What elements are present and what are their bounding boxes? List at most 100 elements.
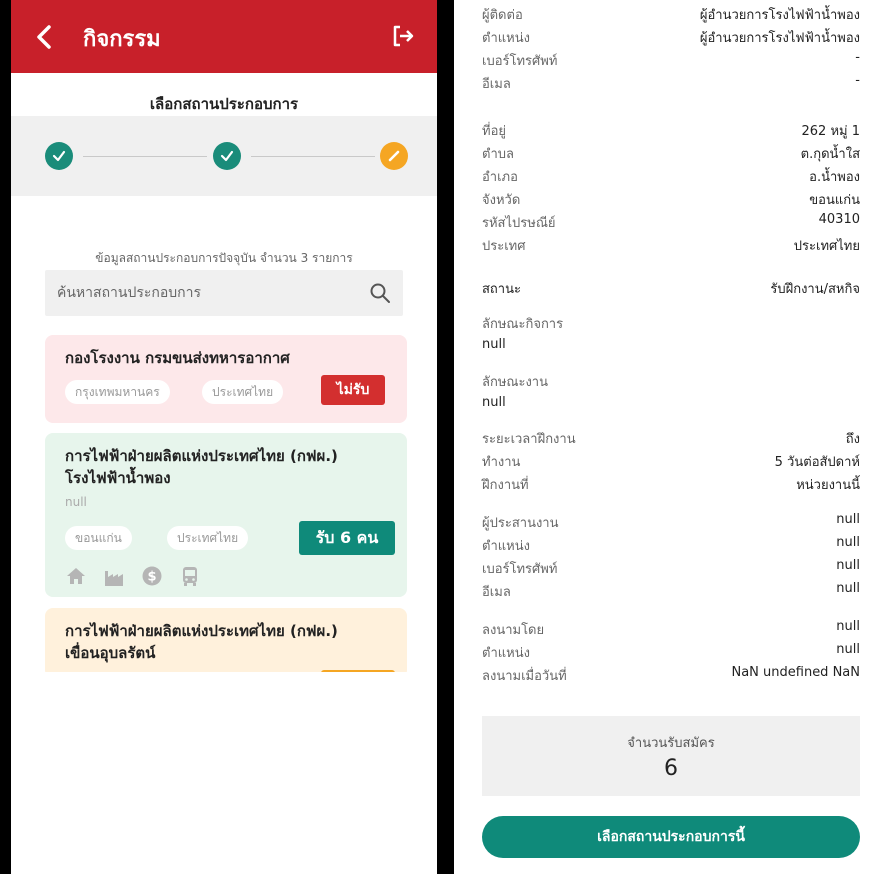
province-chip: กรุงเทพมหานคร — [65, 380, 170, 404]
step-title: เลือกสถานประกอบการ — [149, 95, 299, 113]
detail-value: ผู้อำนวยการโรงไฟฟ้าน้ำพอง — [699, 8, 860, 23]
company-subtitle: null — [65, 495, 87, 509]
detail-row: อีเมล null — [482, 581, 860, 601]
detail-row: ลงนามโดย null — [482, 619, 860, 639]
detail-value: อ.น้ำพอง — [809, 170, 860, 185]
detail-label: ที่อยู่ — [482, 124, 506, 139]
detail-label: ตำแหน่ง — [482, 539, 530, 554]
progress-stepper — [11, 116, 437, 196]
step-connector — [83, 156, 207, 157]
company-card[interactable]: การไฟฟ้าฝ่ายผลิตแห่งประเทศไทย (กฟผ.) เขื… — [45, 608, 407, 678]
company-name-line1: การไฟฟ้าฝ่ายผลิตแห่งประเทศไทย (กฟผ.) — [65, 622, 338, 640]
detail-label: ทำงาน — [482, 455, 521, 470]
logout-icon[interactable] — [391, 24, 415, 48]
detail-row: ตำแหน่ง null — [482, 535, 860, 555]
detail-value: null — [836, 619, 860, 634]
search-icon[interactable] — [369, 282, 391, 304]
factory-icon — [105, 571, 123, 586]
detail-row: อำเภอ อ.น้ำพอง — [482, 166, 860, 186]
check-icon — [52, 150, 66, 162]
page-title: กิจกรรม — [83, 27, 161, 52]
company-card[interactable]: การไฟฟ้าฝ่ายผลิตแห่งประเทศไทย (กฟผ.) โรง… — [45, 433, 407, 597]
detail-value: ผู้อำนวยการโรงไฟฟ้าน้ำพอง — [699, 31, 860, 46]
job-type-label: ลักษณะงาน — [482, 375, 548, 390]
detail-value: ขอนแก่น — [809, 193, 860, 208]
detail-label: ผู้ติดต่อ — [482, 8, 523, 23]
step-2-complete — [213, 142, 241, 170]
detail-row: เบอร์โทรศัพท์ null — [482, 558, 860, 578]
detail-row: ระยะเวลาฝึกงาน ถึง — [482, 428, 860, 448]
detail-value: - — [855, 50, 860, 65]
company-name: กองโรงงาน กรมขนส่งทหารอากาศ — [65, 349, 290, 367]
svg-text:$: $ — [147, 570, 156, 585]
search-bar[interactable] — [45, 270, 403, 316]
job-type-value: null — [482, 395, 506, 410]
detail-label: ตำแหน่ง — [482, 31, 530, 46]
detail-label: ลงนามโดย — [482, 623, 545, 638]
province-chip: ขอนแก่น — [65, 526, 132, 550]
detail-row: อีเมล - — [482, 73, 860, 93]
business-type-label: ลักษณะกิจการ — [482, 317, 564, 332]
list-clip-area — [11, 672, 437, 874]
detail-label: อีเมล — [482, 77, 511, 92]
detail-row: ผู้ประสานงาน null — [482, 512, 860, 532]
detail-row: ตำแหน่ง null — [482, 642, 860, 662]
step-3-current — [380, 142, 408, 170]
detail-label: เบอร์โทรศัพท์ — [482, 54, 558, 69]
detail-label: ประเทศ — [482, 239, 526, 254]
applicant-count-value: 6 — [664, 756, 678, 781]
detail-value: 40310 — [818, 212, 860, 227]
detail-row: เบอร์โทรศัพท์ - — [482, 50, 860, 70]
detail-label: ตำแหน่ง — [482, 646, 530, 661]
detail-row: ตำแหน่ง ผู้อำนวยการโรงไฟฟ้าน้ำพอง — [482, 27, 860, 47]
detail-row: ตำบล ต.กุดน้ำใส — [482, 143, 860, 163]
applicant-count-box: จำนวนรับสมัคร 6 — [482, 716, 860, 796]
detail-label: ผู้ประสานงาน — [482, 516, 559, 531]
top-app-bar: กิจกรรม — [11, 0, 437, 73]
detail-row: ที่อยู่ 262 หมู่ 1 — [482, 120, 860, 140]
check-icon — [220, 150, 234, 162]
detail-row: ทำงาน 5 วันต่อสัปดาห์ — [482, 451, 860, 471]
company-name-line2: โรงไฟฟ้าน้ำพอง — [65, 469, 171, 487]
back-arrow-icon[interactable] — [33, 24, 57, 50]
status-badge: ไม่รับ — [321, 375, 385, 405]
detail-row: ประเทศ ประเทศไทย — [482, 235, 860, 255]
detail-label: เบอร์โทรศัพท์ — [482, 562, 558, 577]
detail-row: รหัสไปรษณีย์ 40310 — [482, 212, 860, 232]
detail-value: หน่วยงานนี้ — [796, 478, 860, 493]
detail-value: null — [836, 535, 860, 550]
detail-value: 262 หมู่ 1 — [801, 124, 861, 139]
company-name-line2: เขื่อนอุบลรัตน์ — [65, 644, 156, 662]
detail-label: จังหวัด — [482, 193, 521, 208]
company-detail-panel: ผู้ติดต่อ ผู้อำนวยการโรงไฟฟ้าน้ำพอง ตำแหน… — [454, 0, 879, 874]
detail-value: รับฝึกงาน/สหกิจ — [770, 282, 860, 297]
detail-label: ระยะเวลาฝึกงาน — [482, 432, 576, 447]
country-chip: ประเทศไทย — [167, 526, 249, 550]
detail-value: null — [836, 581, 860, 596]
money-icon: $ — [142, 566, 162, 586]
detail-label: รหัสไปรษณีย์ — [482, 216, 556, 231]
company-card[interactable]: กองโรงงาน กรมขนส่งทหารอากาศ กรุงเทพมหานค… — [45, 335, 407, 423]
detail-value: null — [836, 642, 860, 657]
company-count-text: ข้อมูลสถานประกอบการปัจจุบัน จำนวน 3 รายก… — [95, 251, 353, 265]
search-input[interactable] — [57, 270, 357, 316]
select-company-button[interactable]: เลือกสถานประกอบการนี้ — [482, 816, 860, 858]
step-1-complete — [45, 142, 73, 170]
detail-value: null — [836, 558, 860, 573]
detail-row: ลงนามเมื่อวันที่ NaN undefined NaN — [482, 665, 860, 685]
detail-value: - — [855, 73, 860, 88]
country-chip: ประเทศไทย — [202, 380, 284, 404]
detail-value: ประเทศไทย — [793, 239, 860, 254]
company-name-line1: การไฟฟ้าฝ่ายผลิตแห่งประเทศไทย (กฟผ.) — [65, 447, 338, 465]
step-connector — [251, 156, 375, 157]
detail-row: จังหวัด ขอนแก่น — [482, 189, 860, 209]
detail-label: ลงนามเมื่อวันที่ — [482, 669, 567, 684]
applicant-count-label: จำนวนรับสมัคร — [627, 736, 715, 751]
business-type-value: null — [482, 337, 506, 352]
pencil-icon — [388, 150, 400, 162]
detail-row: ฝึกงานที่ หน่วยงานนี้ — [482, 474, 860, 494]
company-list-panel: กิจกรรม เลือกสถานประกอบการ ข้อมูลสถานประ… — [11, 0, 437, 874]
detail-label: อีเมล — [482, 585, 511, 600]
detail-label: อำเภอ — [482, 170, 518, 185]
detail-row: สถานะ รับฝึกงาน/สหกิจ — [482, 278, 860, 298]
